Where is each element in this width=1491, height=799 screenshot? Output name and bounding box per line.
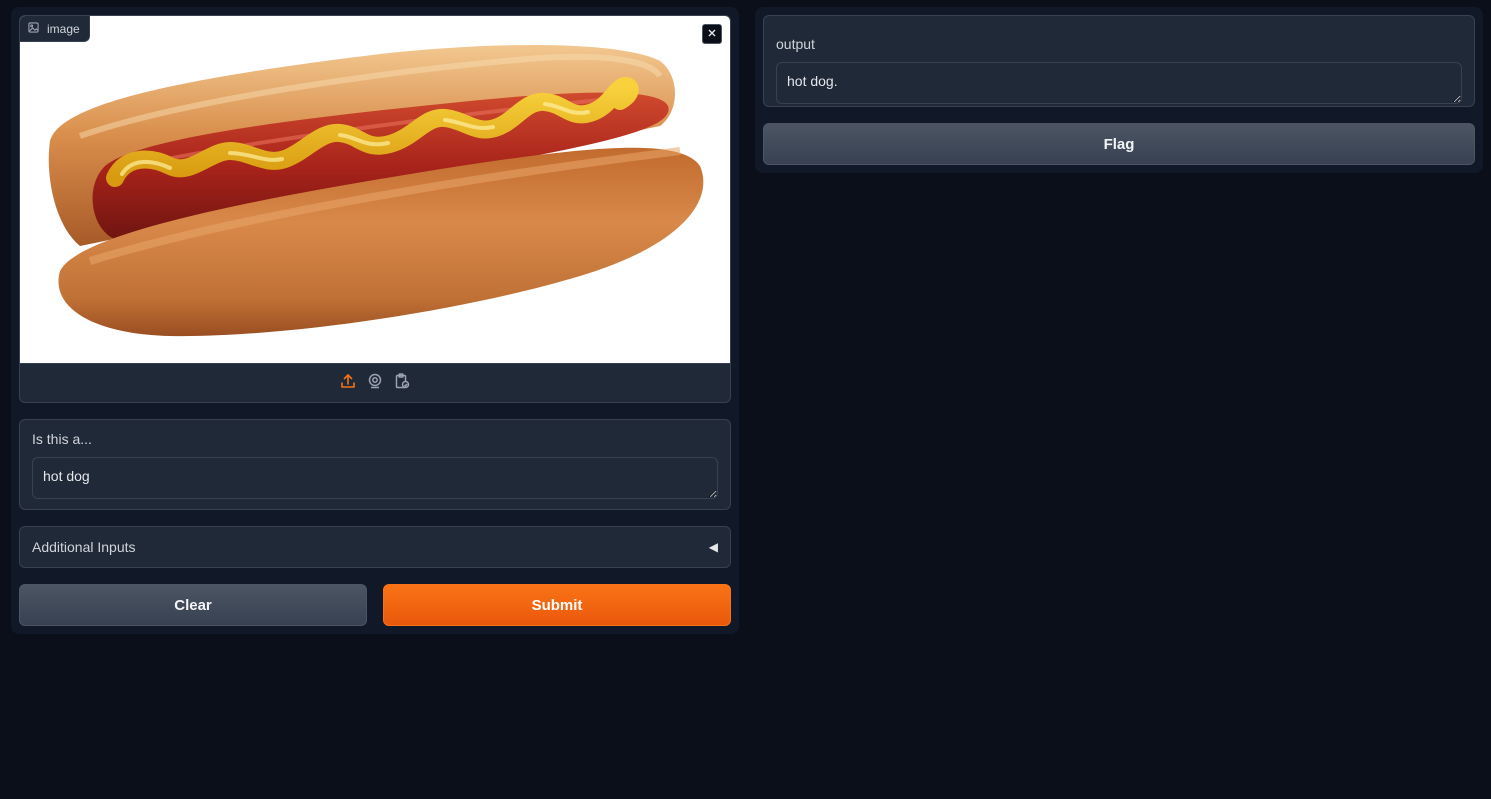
clipboard-source-button[interactable] xyxy=(393,372,411,394)
webcam-icon xyxy=(367,373,383,394)
clear-button[interactable]: Clear xyxy=(19,584,367,626)
additional-inputs-accordion[interactable]: Additional Inputs ◀ xyxy=(19,526,731,568)
chevron-left-icon: ◀ xyxy=(708,540,718,554)
image-label-badge: image xyxy=(20,16,90,42)
question-input[interactable]: hot dog xyxy=(32,457,718,499)
image-input: image xyxy=(19,15,731,403)
output-textbox-block: output hot dog. xyxy=(763,15,1475,107)
image-icon xyxy=(28,21,39,36)
accordion-label: Additional Inputs xyxy=(32,539,136,555)
upload-icon xyxy=(340,373,356,394)
image-label: image xyxy=(47,21,80,36)
hot-dog-image xyxy=(48,44,704,337)
clipboard-icon xyxy=(394,372,410,394)
close-icon xyxy=(707,25,717,43)
question-textbox-block: Is this a... hot dog xyxy=(19,419,731,510)
webcam-source-button[interactable] xyxy=(366,373,384,394)
clear-image-button[interactable] xyxy=(702,24,722,44)
output-label: output xyxy=(776,36,815,52)
question-label: Is this a... xyxy=(32,431,92,447)
flag-button[interactable]: Flag xyxy=(763,123,1475,165)
uploaded-image xyxy=(20,16,730,363)
image-source-selector xyxy=(20,363,730,402)
output-textbox[interactable]: hot dog. xyxy=(776,62,1462,104)
submit-button[interactable]: Submit xyxy=(383,584,731,626)
output-panel: output hot dog. Flag xyxy=(755,7,1483,173)
input-panel: image Is this a... hot dog Additional In… xyxy=(11,7,739,634)
upload-source-button[interactable] xyxy=(339,373,357,394)
